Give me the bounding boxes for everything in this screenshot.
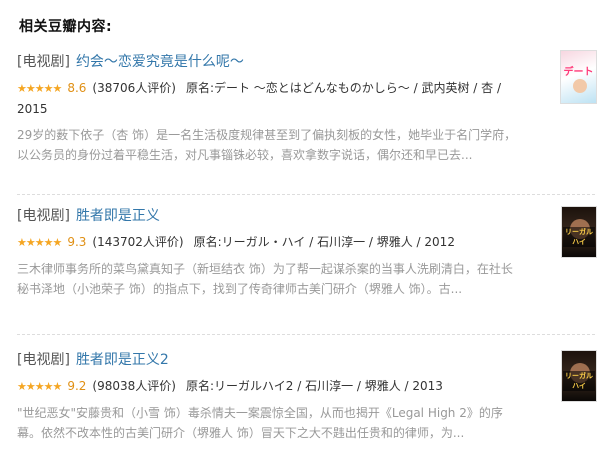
item-description: 29岁的薮下依子（杏 饰）是一名生活极度规律甚至到了偏执刻板的女性，她毕业于名门… xyxy=(17,128,517,162)
divider xyxy=(17,194,595,195)
item-title-link[interactable]: 约会～恋爱究竟是什么呢～ xyxy=(76,54,244,70)
rating-count: (143702人评价) xyxy=(92,235,184,249)
list-item: [电视剧] 约会～恋爱究竟是什么呢～ ★★★★★ 8.6 (38706人评价) 原名:デ… xyxy=(17,50,597,165)
poster-logo: リーガルハイ xyxy=(563,227,595,247)
item-category: [电视剧] xyxy=(17,54,70,70)
list-item: [电视剧] 胜者即是正义 ★★★★★ 9.3 (143702人评价) 原名:リーガル・ハ… xyxy=(17,206,597,299)
item-title-row: [电视剧] 胜者即是正义 xyxy=(17,206,597,226)
rating-score: 9.2 xyxy=(67,379,87,393)
item-info: 原名:リーガルハイ2 / 石川淳一 / 堺雅人 / 2013 xyxy=(185,379,443,393)
star-rating-icon: ★★★★★ xyxy=(17,380,62,393)
poster-figure xyxy=(573,79,587,93)
item-meta: ★★★★★ 9.3 (143702人评价) 原名:リーガル・ハイ / 石川淳一 / 堺… xyxy=(17,232,523,253)
list-item: [电视剧] 胜者即是正义2 ★★★★★ 9.2 (98038人评价) 原名:リーガルハイ… xyxy=(17,350,597,443)
rating-score: 9.3 xyxy=(67,235,87,249)
poster-image[interactable]: リーガルハイ xyxy=(561,206,597,258)
item-info: 原名:リーガル・ハイ / 石川淳一 / 堺雅人 / 2012 xyxy=(193,235,455,249)
item-title-link[interactable]: 胜者即是正义 xyxy=(76,208,160,224)
poster-logo: デート xyxy=(563,67,594,78)
item-meta: ★★★★★ 9.2 (98038人评价) 原名:リーガルハイ2 / 石川淳一 / 堺雅… xyxy=(17,376,523,397)
item-title-row: [电视剧] 胜者即是正义2 xyxy=(17,350,597,370)
rating-count: (38706人评价) xyxy=(92,81,176,95)
item-title-link[interactable]: 胜者即是正义2 xyxy=(76,352,169,368)
item-category: [电视剧] xyxy=(17,208,70,224)
panel-title: 相关豆瓣内容: xyxy=(19,19,113,35)
item-description: "世纪恶女"安藤贵和（小雪 饰）毒杀情夫一案震惊全国，从而也揭开《Legal H… xyxy=(17,406,503,440)
star-rating-icon: ★★★★★ xyxy=(17,236,62,249)
item-category: [电视剧] xyxy=(17,352,70,368)
rating-score: 8.6 xyxy=(67,81,87,95)
rating-count: (98038人评价) xyxy=(92,379,176,393)
item-title-row: [电视剧] 约会～恋爱究竟是什么呢～ xyxy=(17,52,597,72)
item-description: 三木律师事务所的菜鸟黛真知子（新垣结衣 饰）为了帮一起谋杀案的当事人洗刷清白，在… xyxy=(17,262,513,296)
poster-logo: リーガルハイ xyxy=(563,371,595,391)
item-meta: ★★★★★ 8.6 (38706人评价) 原名:デート 〜恋とはどんなものかしら〜 /… xyxy=(17,78,523,119)
item-info: 原名:デート 〜恋とはどんなものかしら〜 / 武内英树 / 杏 / 2015 xyxy=(17,81,502,116)
poster-image[interactable]: リーガルハイ xyxy=(561,350,597,402)
related-douban-panel: 相关豆瓣内容: [电视剧] 约会～恋爱究竟是什么呢～ ★★★★★ 8.6 (38706… xyxy=(0,0,612,464)
star-rating-icon: ★★★★★ xyxy=(17,82,62,95)
poster-image[interactable]: デート xyxy=(560,50,597,104)
divider xyxy=(17,334,595,335)
